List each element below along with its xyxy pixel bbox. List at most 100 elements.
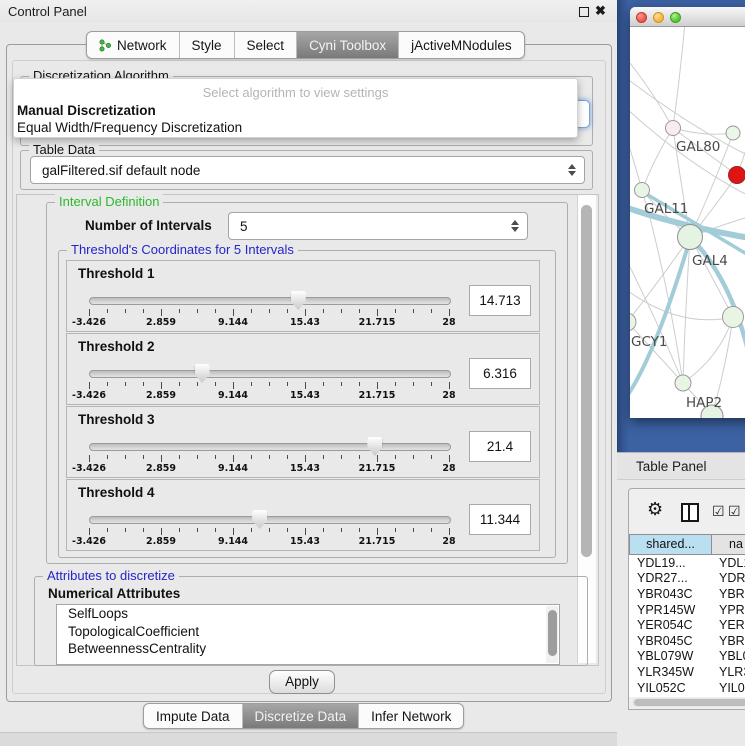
table-row[interactable]: YER054CYER0 — [629, 617, 745, 633]
table-row[interactable]: YBR045CYBR0 — [629, 633, 745, 649]
scale-tick-label: 2.859 — [146, 317, 176, 328]
threshold-label: Threshold 1 — [78, 266, 155, 281]
mac-minimize-button[interactable] — [653, 12, 664, 23]
apply-button[interactable]: Apply — [269, 670, 335, 694]
group-title: Interval Definition — [55, 194, 163, 209]
scale-tick-label: 2.859 — [146, 390, 176, 401]
threshold-2-slider[interactable] — [89, 370, 451, 378]
algorithm-dropdown-popup: Select algorithm to view settings Manual… — [13, 78, 578, 138]
table-panel-titlebar: Table Panel — [617, 452, 745, 480]
slider-handle[interactable] — [252, 510, 267, 529]
slider-ticks — [89, 455, 449, 463]
node-table: shared... na YDL19...YDL1YDR27...YDR2YBR… — [629, 534, 745, 697]
horizontal-scrollbar-thumb[interactable] — [634, 699, 745, 706]
scale-tick-label: 9.144 — [218, 390, 248, 401]
table-row[interactable]: YIL052CYIL0 — [629, 680, 745, 696]
table-row[interactable]: YLR345WYLR3 — [629, 664, 745, 680]
scale-tick-label: 2.859 — [146, 463, 176, 474]
dropdown-hint: Select algorithm to view settings — [14, 85, 577, 100]
scale-tick-label: -3.426 — [72, 463, 106, 474]
attribute-item[interactable]: TopologicalCoefficient — [57, 623, 559, 641]
scale-tick-label: 21.715 — [359, 463, 396, 474]
tab-style[interactable]: Style — [180, 32, 235, 58]
network-window-titlebar[interactable] — [630, 7, 745, 27]
number-of-intervals-combobox[interactable]: 5 — [228, 212, 528, 240]
stepper-arrows-icon — [508, 220, 522, 232]
network-view-window: GAL80 GA C GAL11 GAL4 GCY1 H HAP2 — [630, 7, 745, 418]
group-title: Attributes to discretize — [43, 568, 179, 583]
list-scrollbar-track[interactable] — [546, 606, 558, 663]
threshold-4-slider[interactable] — [89, 516, 451, 524]
threshold-3-value-field[interactable]: 21.4 — [469, 431, 531, 462]
network-canvas[interactable]: GAL80 GA C GAL11 GAL4 GCY1 H HAP2 — [630, 27, 745, 418]
close-icon[interactable]: ✖ — [595, 3, 606, 19]
attribute-item[interactable]: BetweennessCentrality — [57, 640, 559, 658]
node-h — [723, 307, 744, 328]
scale-tick-label: 2.859 — [146, 536, 176, 547]
tab-discretize-data[interactable]: Discretize Data — [243, 704, 360, 728]
node-gcy1 — [630, 313, 636, 331]
table-row[interactable]: YDR27...YDR2 — [629, 571, 745, 587]
threshold-3-slider[interactable] — [89, 443, 451, 451]
vertical-scrollbar-thumb[interactable] — [581, 205, 592, 557]
node-hap2 — [675, 375, 691, 391]
gear-icon[interactable]: ⚙ — [647, 499, 663, 520]
control-panel-titlebar: Control Panel ✖ — [0, 0, 617, 22]
top-tab-bar: Network Style Select Cyni Toolbox jActiv… — [86, 31, 525, 59]
table-data-combobox[interactable]: galFiltered.sif default node — [30, 156, 585, 184]
scale-tick-label: 28 — [442, 317, 455, 328]
network-graph: GAL80 GA C GAL11 GAL4 GCY1 H HAP2 — [630, 27, 745, 418]
horizontal-scrollbar-track[interactable] — [632, 698, 745, 707]
table-row[interactable]: YBR043CYBR0 — [629, 586, 745, 602]
network-icon — [99, 39, 112, 52]
float-window-icon[interactable] — [579, 7, 589, 17]
dropdown-option-equal-width[interactable]: Equal Width/Frequency Discretization — [17, 120, 242, 135]
slider-handle[interactable] — [291, 291, 306, 310]
dropdown-option-manual[interactable]: Manual Discretization — [17, 103, 156, 118]
column-header-name[interactable]: na — [712, 534, 745, 555]
column-view-icon[interactable] — [681, 503, 699, 522]
tab-select[interactable]: Select — [235, 32, 298, 58]
threshold-4-box: Threshold 4 -3.4262.8599.14415.4321.7152… — [66, 479, 540, 551]
numerical-attributes-list[interactable]: SelfLoopsTopologicalCoefficientBetweenne… — [56, 604, 560, 665]
tab-impute-data[interactable]: Impute Data — [144, 704, 243, 728]
table-row[interactable]: YDL19...YDL1 — [629, 555, 745, 571]
tab-label: Network — [117, 33, 167, 58]
scale-tick-label: 21.715 — [359, 536, 396, 547]
tab-infer-network[interactable]: Infer Network — [359, 704, 463, 728]
mac-zoom-button[interactable] — [670, 12, 681, 23]
threshold-label: Threshold 2 — [78, 339, 155, 354]
tab-jactivemnodules[interactable]: jActiveMNodules — [399, 32, 524, 58]
tab-cyni-toolbox[interactable]: Cyni Toolbox — [297, 32, 399, 58]
attribute-item[interactable]: SelfLoops — [57, 605, 559, 623]
slider-handle[interactable] — [367, 437, 382, 456]
node-label: GAL11 — [644, 201, 688, 217]
scale-tick-label: -3.426 — [72, 536, 106, 547]
table-panel-content: ⚙ ☑ ☑ shared... na YDL19...YDL1YDR27...Y… — [617, 481, 745, 745]
threshold-4-value-field[interactable]: 11.344 — [469, 504, 531, 535]
threshold-1-slider[interactable] — [89, 297, 451, 305]
control-panel: Control Panel ✖ Network Style Select Cyn… — [0, 0, 617, 745]
slider-handle[interactable] — [195, 364, 210, 383]
threshold-2-value-field[interactable]: 6.316 — [469, 358, 531, 389]
bottom-tab-bar: Impute Data Discretize Data Infer Networ… — [143, 703, 464, 729]
group-title: Table Data — [29, 142, 99, 157]
list-scrollbar-thumb[interactable] — [548, 610, 557, 656]
scale-tick-label: 28 — [442, 536, 455, 547]
mac-close-button[interactable] — [636, 12, 647, 23]
node-gal4 — [678, 225, 703, 250]
checkbox-icon[interactable]: ☑ — [728, 504, 741, 520]
threshold-label: Threshold 3 — [78, 412, 155, 427]
node-selected-red — [729, 167, 745, 184]
checkbox-icon[interactable]: ☑ — [712, 504, 725, 520]
slider-scale-labels: -3.4262.8599.14415.4321.71528 — [89, 463, 449, 475]
tab-network[interactable]: Network — [87, 32, 180, 58]
table-row[interactable]: YBL079WYBL0 — [629, 649, 745, 665]
scale-tick-label: 15.43 — [290, 390, 320, 401]
table-row[interactable]: YPR145WYPR1 — [629, 602, 745, 618]
threshold-1-value-field[interactable]: 14.713 — [469, 285, 531, 316]
scale-tick-label: 9.144 — [218, 463, 248, 474]
scale-tick-label: 9.144 — [218, 536, 248, 547]
column-header-shared-name[interactable]: shared... — [629, 534, 712, 555]
threshold-3-box: Threshold 3 -3.4262.8599.14415.4321.7152… — [66, 406, 540, 478]
